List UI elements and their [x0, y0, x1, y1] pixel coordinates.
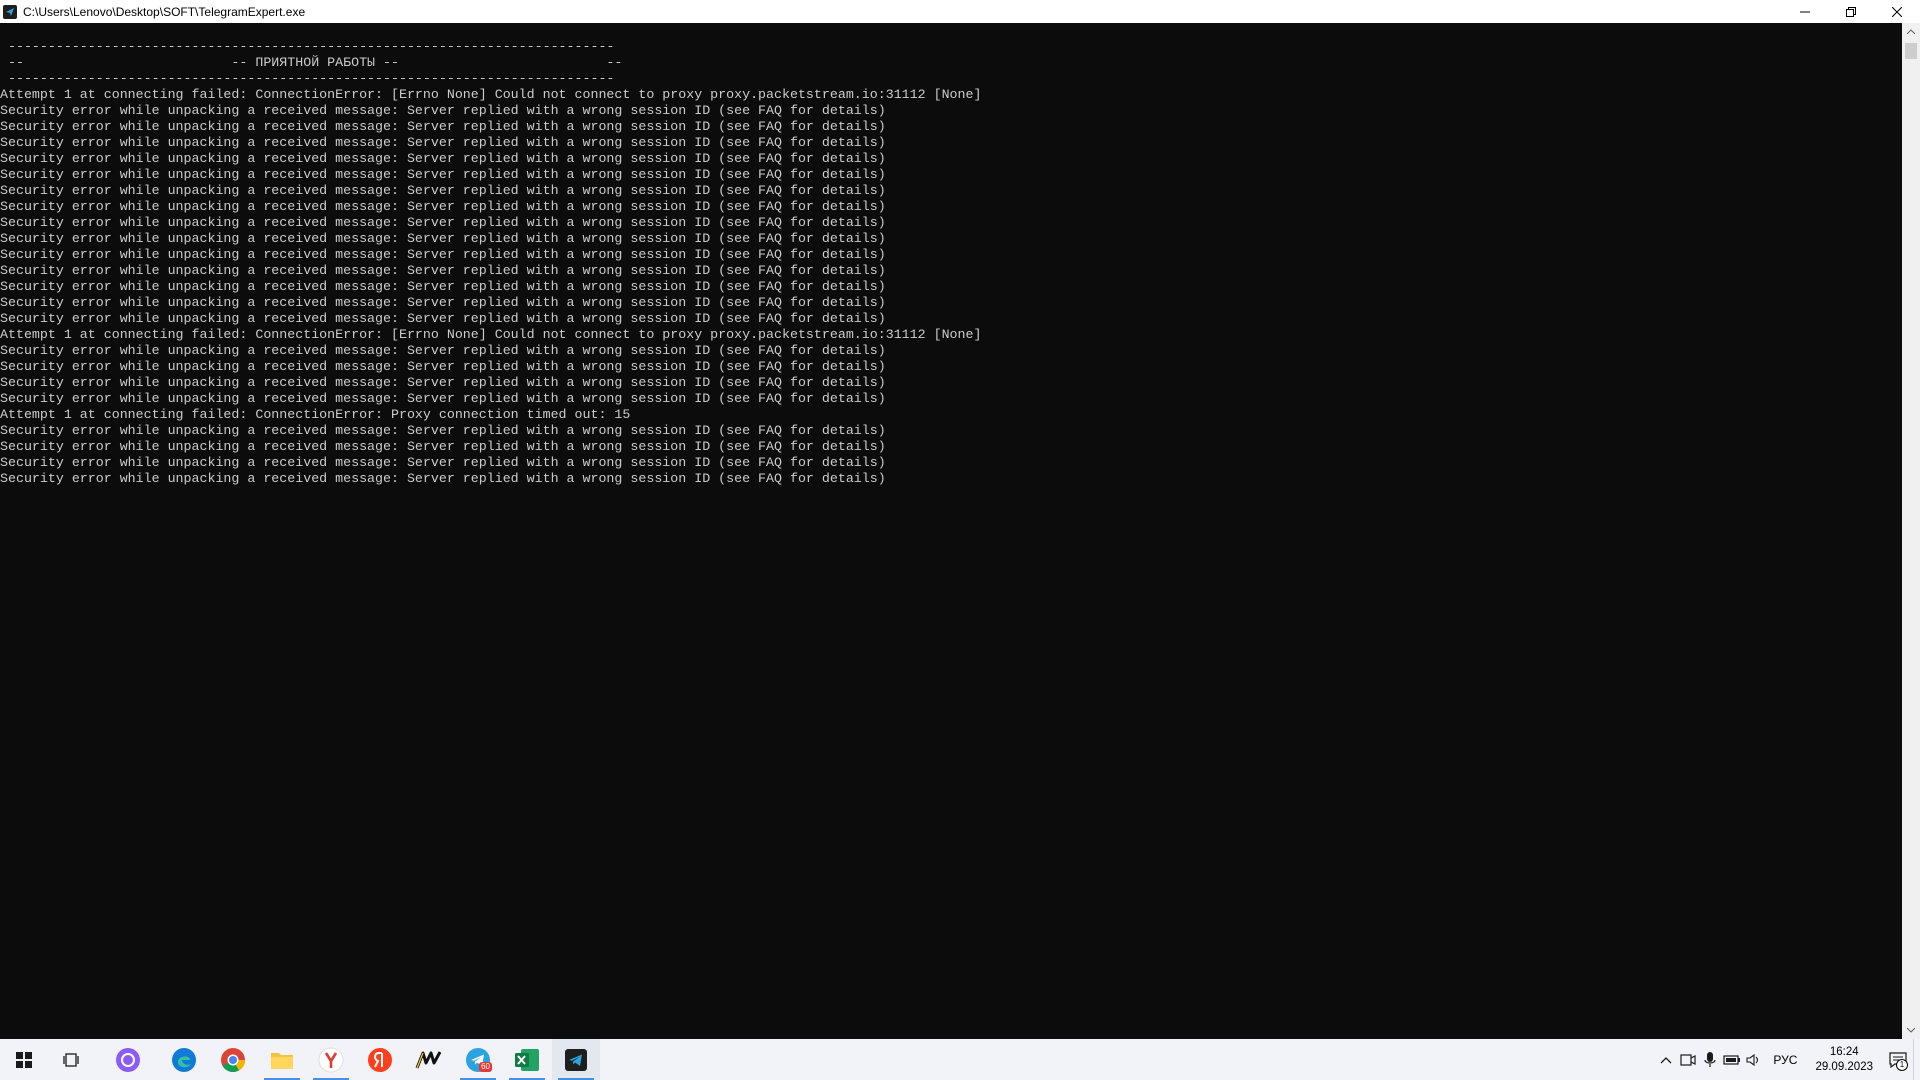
tray-volume-button[interactable] [1743, 1039, 1765, 1080]
telegram-expert-icon [565, 1048, 587, 1071]
clock[interactable]: 16:24 29.09.2023 [1815, 1045, 1873, 1075]
notifications-button[interactable]: 1 [1883, 1039, 1913, 1080]
console-line: Security error while unpacking a receive… [0, 359, 886, 374]
console-line: Security error while unpacking a receive… [0, 183, 886, 198]
clock-date: 29.09.2023 [1815, 1060, 1873, 1073]
show-desktop-button[interactable] [1913, 1039, 1920, 1080]
taskbar: 60 РУС 16:24 29.09.2023 1 [0, 1039, 1920, 1080]
chrome-icon [221, 1047, 245, 1072]
input-language-indicator[interactable]: РУС [1773, 1053, 1797, 1067]
console-line: Security error while unpacking a receive… [0, 391, 886, 406]
alice-button[interactable] [104, 1039, 152, 1080]
battery-icon [1723, 1054, 1741, 1065]
scroll-down-button[interactable] [1902, 1022, 1920, 1039]
tray-meet-button[interactable] [1677, 1039, 1699, 1080]
scrollbar-thumb[interactable] [1905, 43, 1917, 59]
scroll-up-button[interactable] [1902, 23, 1920, 40]
alice-icon [116, 1047, 140, 1072]
console-line: Attempt 1 at connecting failed: Connecti… [0, 327, 982, 342]
console-line: ----------------------------------------… [0, 71, 615, 86]
miro-icon [415, 1050, 442, 1069]
microphone-icon [1704, 1051, 1717, 1067]
tray-battery-button[interactable] [1721, 1039, 1743, 1080]
console-line: Security error while unpacking a receive… [0, 311, 886, 326]
edge-icon [172, 1047, 196, 1072]
speaker-icon [1746, 1053, 1759, 1066]
console-output[interactable]: ----------------------------------------… [0, 23, 1902, 1039]
yandex-browser-button[interactable] [307, 1039, 355, 1080]
start-button[interactable] [0, 1039, 48, 1080]
close-icon [1892, 6, 1902, 17]
console-line: Security error while unpacking a receive… [0, 119, 886, 134]
console-line: Attempt 1 at connecting failed: Connecti… [0, 87, 982, 102]
console-line: Security error while unpacking a receive… [0, 103, 886, 118]
console-line: Security error while unpacking a receive… [0, 343, 886, 358]
camera-icon [1680, 1053, 1697, 1066]
task-view-icon [63, 1052, 79, 1067]
console-line: ----------------------------------------… [0, 39, 615, 54]
yandex-icon [368, 1047, 392, 1072]
task-view-button[interactable] [48, 1039, 96, 1080]
excel-button[interactable] [503, 1039, 551, 1080]
chevron-up-icon [1660, 1056, 1672, 1063]
folder-icon [271, 1052, 293, 1069]
tray-microphone-button[interactable] [1699, 1039, 1721, 1080]
minimize-button[interactable] [1782, 0, 1828, 23]
chrome-button[interactable] [209, 1039, 257, 1080]
telegram-expert-button[interactable] [552, 1039, 600, 1080]
console-line: Security error while unpacking a receive… [0, 215, 886, 230]
windows-icon [16, 1051, 32, 1068]
edge-button[interactable] [160, 1039, 208, 1080]
tray-overflow-button[interactable] [1655, 1039, 1677, 1080]
console-line: Security error while unpacking a receive… [0, 247, 886, 262]
console-line: Security error while unpacking a receive… [0, 279, 886, 294]
telegram-button[interactable]: 60 [454, 1039, 502, 1080]
clock-time: 16:24 [1829, 1045, 1859, 1058]
console-line: Security error while unpacking a receive… [0, 167, 886, 182]
console-line: Security error while unpacking a receive… [0, 135, 886, 150]
console-line: Security error while unpacking a receive… [0, 439, 886, 454]
yandex-browser-icon [318, 1047, 344, 1072]
chevron-up-icon [1907, 29, 1915, 34]
console-log: ----------------------------------------… [0, 23, 1902, 487]
window-titlebar[interactable]: C:\Users\Lenovo\Desktop\SOFT\TelegramExp… [0, 0, 1920, 23]
restore-button[interactable] [1828, 0, 1874, 23]
vertical-scrollbar[interactable] [1902, 23, 1920, 1039]
console-line: Security error while unpacking a receive… [0, 423, 886, 438]
excel-icon [515, 1048, 539, 1071]
explorer-button[interactable] [258, 1039, 306, 1080]
console-line: Security error while unpacking a receive… [0, 199, 886, 214]
notification-count-badge: 1 [1896, 1059, 1908, 1071]
close-button[interactable] [1874, 0, 1920, 23]
console-line: Security error while unpacking a receive… [0, 295, 886, 310]
console-line: Security error while unpacking a receive… [0, 455, 886, 470]
minimize-icon [1800, 11, 1810, 12]
console-line: Attempt 1 at connecting failed: Connecti… [0, 407, 631, 422]
miro-button[interactable] [405, 1039, 453, 1080]
chevron-down-icon [1907, 1028, 1915, 1033]
yandex-button[interactable] [356, 1039, 404, 1080]
console-line: Security error while unpacking a receive… [0, 231, 886, 246]
console-app-icon [3, 4, 17, 19]
window-title: C:\Users\Lenovo\Desktop\SOFT\TelegramExp… [23, 4, 306, 19]
console-line: -- -- ПРИЯТНОЙ РАБОТЫ -- -- [0, 55, 623, 70]
restore-icon [1846, 6, 1856, 17]
telegram-unread-badge: 60 [479, 1062, 492, 1072]
console-line: Security error while unpacking a receive… [0, 263, 886, 278]
console-line: Security error while unpacking a receive… [0, 471, 886, 486]
window-controls [1782, 0, 1920, 23]
system-tray: РУС 16:24 29.09.2023 1 [1655, 1039, 1920, 1080]
console-line: Security error while unpacking a receive… [0, 151, 886, 166]
console-line: Security error while unpacking a receive… [0, 375, 886, 390]
